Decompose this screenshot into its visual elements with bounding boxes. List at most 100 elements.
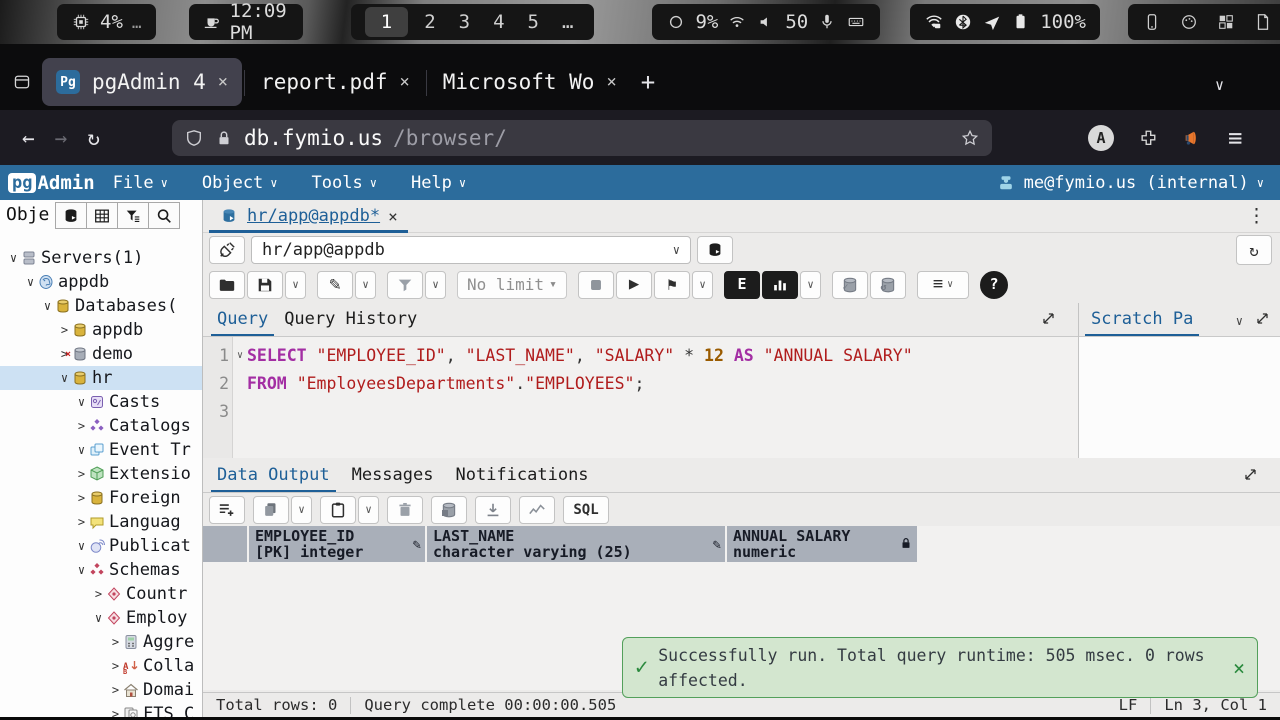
- chevron-down-icon[interactable]: ∨: [91, 611, 106, 625]
- tree-item-casts[interactable]: ∨ Casts: [0, 390, 202, 414]
- new-connection-button[interactable]: [697, 236, 733, 264]
- palette-icon[interactable]: [1179, 12, 1199, 32]
- sql-editor[interactable]: 1∨23 SELECT "EMPLOYEE_ID", "LAST_NAME", …: [203, 337, 1078, 458]
- tree-item-languag[interactable]: > Languag: [0, 510, 202, 534]
- pgadmin-logo[interactable]: pgAdmin: [8, 172, 95, 194]
- chevron-down-icon[interactable]: ∨: [74, 443, 89, 457]
- chevron-right-icon[interactable]: >: [108, 635, 123, 649]
- scratch-pad-body[interactable]: [1079, 337, 1280, 458]
- editor-code[interactable]: SELECT "EMPLOYEE_ID", "LAST_NAME", "SALA…: [233, 337, 1078, 458]
- workspace-1[interactable]: 1: [365, 7, 408, 37]
- add-row-button[interactable]: [209, 496, 245, 524]
- notification-close-icon[interactable]: ×: [1233, 656, 1245, 680]
- delete-row-button[interactable]: [387, 496, 423, 524]
- row-number-header[interactable]: [203, 526, 247, 562]
- query-tool-tab[interactable]: hr/app@appdb* ×: [209, 202, 408, 233]
- paste-button[interactable]: [320, 496, 356, 524]
- chevron-down-icon[interactable]: ∨: [57, 371, 72, 385]
- back-button[interactable]: ←: [12, 126, 45, 150]
- tree-item-employ[interactable]: ∨ Employ: [0, 606, 202, 630]
- tree-item-foreign[interactable]: > Foreign: [0, 486, 202, 510]
- tree-item-aggre[interactable]: > Aggre: [0, 630, 202, 654]
- chevron-right-icon[interactable]: >: [57, 323, 72, 337]
- graph-button[interactable]: [519, 496, 555, 524]
- rollback-button[interactable]: ↺: [870, 271, 906, 299]
- reset-layout-button[interactable]: ↻: [1236, 235, 1272, 265]
- chevron-right-icon[interactable]: >: [74, 515, 89, 529]
- windows-icon[interactable]: [1216, 12, 1236, 32]
- filter-caret-button[interactable]: ∨: [425, 271, 446, 299]
- execute-button[interactable]: ▶: [616, 271, 652, 299]
- column-header-last-name[interactable]: LAST_NAME character varying (25) ✎: [427, 526, 725, 562]
- row-limit-select[interactable]: No limit▾: [457, 271, 567, 299]
- help-button[interactable]: ?: [980, 271, 1008, 299]
- workspace-5[interactable]: 5: [521, 11, 546, 33]
- execute-caret-button[interactable]: ∨: [692, 271, 713, 299]
- tab-close-icon[interactable]: ×: [218, 72, 228, 92]
- filter-tree-button[interactable]: [117, 202, 149, 229]
- chevron-down-icon[interactable]: ∨: [40, 299, 55, 313]
- list-tabs-caret-icon[interactable]: ∨: [1205, 76, 1234, 94]
- firefox-view-icon[interactable]: [12, 72, 32, 92]
- tree-item-appdb[interactable]: > appdb: [0, 318, 202, 342]
- chevron-down-icon[interactable]: ∨: [23, 275, 38, 289]
- menu-tools[interactable]: Tools∨: [312, 173, 377, 193]
- explain-caret-button[interactable]: ∨: [800, 271, 821, 299]
- tree-item-domai[interactable]: > Domai: [0, 678, 202, 702]
- menu-help[interactable]: Help∨: [411, 173, 466, 193]
- properties-grid-button[interactable]: [86, 202, 118, 229]
- chevron-right-icon[interactable]: >: [74, 419, 89, 433]
- forward-button[interactable]: →: [45, 126, 78, 150]
- browser-tab-2[interactable]: Microsoft Wo ×: [429, 58, 631, 106]
- tree-item-schemas[interactable]: ∨ Schemas: [0, 558, 202, 582]
- tab-data-output[interactable]: Data Output: [211, 460, 336, 492]
- phone-icon[interactable]: [1142, 12, 1162, 32]
- connection-status-button[interactable]: [209, 236, 245, 264]
- scratch-caret-icon[interactable]: ∨: [1236, 314, 1243, 328]
- chevron-right-icon[interactable]: >: [74, 491, 89, 505]
- commit-button[interactable]: ✓: [832, 271, 868, 299]
- fold-chevron-icon[interactable]: ∨: [237, 342, 243, 370]
- tree-item-event-tr[interactable]: ∨ Event Tr: [0, 438, 202, 462]
- copy-caret-button[interactable]: ∨: [291, 496, 312, 524]
- cpu-widget[interactable]: 4% …: [57, 4, 156, 40]
- network-widget[interactable]: 100%: [910, 4, 1100, 40]
- tab-messages[interactable]: Messages: [346, 460, 440, 492]
- column-header-employee-id[interactable]: EMPLOYEE_ID [PK] integer ✎: [249, 526, 425, 562]
- browser-tab-0[interactable]: Pg pgAdmin 4 ×: [42, 58, 242, 106]
- open-file-button[interactable]: [209, 271, 245, 299]
- tree-item-hr[interactable]: ∨ hr: [0, 366, 202, 390]
- tree-item-publicat[interactable]: ∨ Publicat: [0, 534, 202, 558]
- url-bar[interactable]: db.fymio.us/browser/: [172, 120, 992, 156]
- clipboard-tray-icon[interactable]: [1253, 12, 1273, 32]
- chevron-right-icon[interactable]: >: [74, 467, 89, 481]
- sql-preview-button[interactable]: [55, 202, 87, 229]
- workspace-…[interactable]: …: [555, 11, 580, 33]
- editor-expand-icon[interactable]: [1041, 311, 1056, 330]
- column-header-annual-salary[interactable]: ANNUAL SALARY numeric: [727, 526, 917, 562]
- bookmark-star-icon[interactable]: [960, 128, 980, 148]
- paste-caret-button[interactable]: ∨: [358, 496, 379, 524]
- tree-item-colla[interactable]: > AB Colla: [0, 654, 202, 678]
- tree-item-catalogs[interactable]: > Catalogs: [0, 414, 202, 438]
- download-button[interactable]: [475, 496, 511, 524]
- menu-file[interactable]: File∨: [113, 173, 168, 193]
- menu-object[interactable]: Object∨: [202, 173, 278, 193]
- explain-button[interactable]: E: [724, 271, 760, 299]
- explain-analyze-button[interactable]: [762, 271, 798, 299]
- query-tool-tab-close-icon[interactable]: ×: [388, 207, 398, 226]
- edit-button[interactable]: ✎: [317, 271, 353, 299]
- tree-item-extensio[interactable]: > Extensio: [0, 462, 202, 486]
- shield-icon[interactable]: [184, 128, 204, 148]
- tab-close-icon[interactable]: ×: [399, 72, 409, 92]
- workspace-2[interactable]: 2: [417, 11, 442, 33]
- workspace-4[interactable]: 4: [486, 11, 511, 33]
- reload-button[interactable]: ↻: [77, 126, 110, 150]
- chevron-down-icon[interactable]: ∨: [74, 395, 89, 409]
- chevron-down-icon[interactable]: ∨: [74, 563, 89, 577]
- user-menu[interactable]: me@fymio.us (internal) ∨: [996, 173, 1264, 193]
- stop-button[interactable]: [578, 271, 614, 299]
- tab-notifications[interactable]: Notifications: [449, 460, 594, 492]
- hamburger-menu-icon[interactable]: ≡: [1218, 124, 1252, 152]
- chevron-right-icon[interactable]: >: [108, 683, 123, 697]
